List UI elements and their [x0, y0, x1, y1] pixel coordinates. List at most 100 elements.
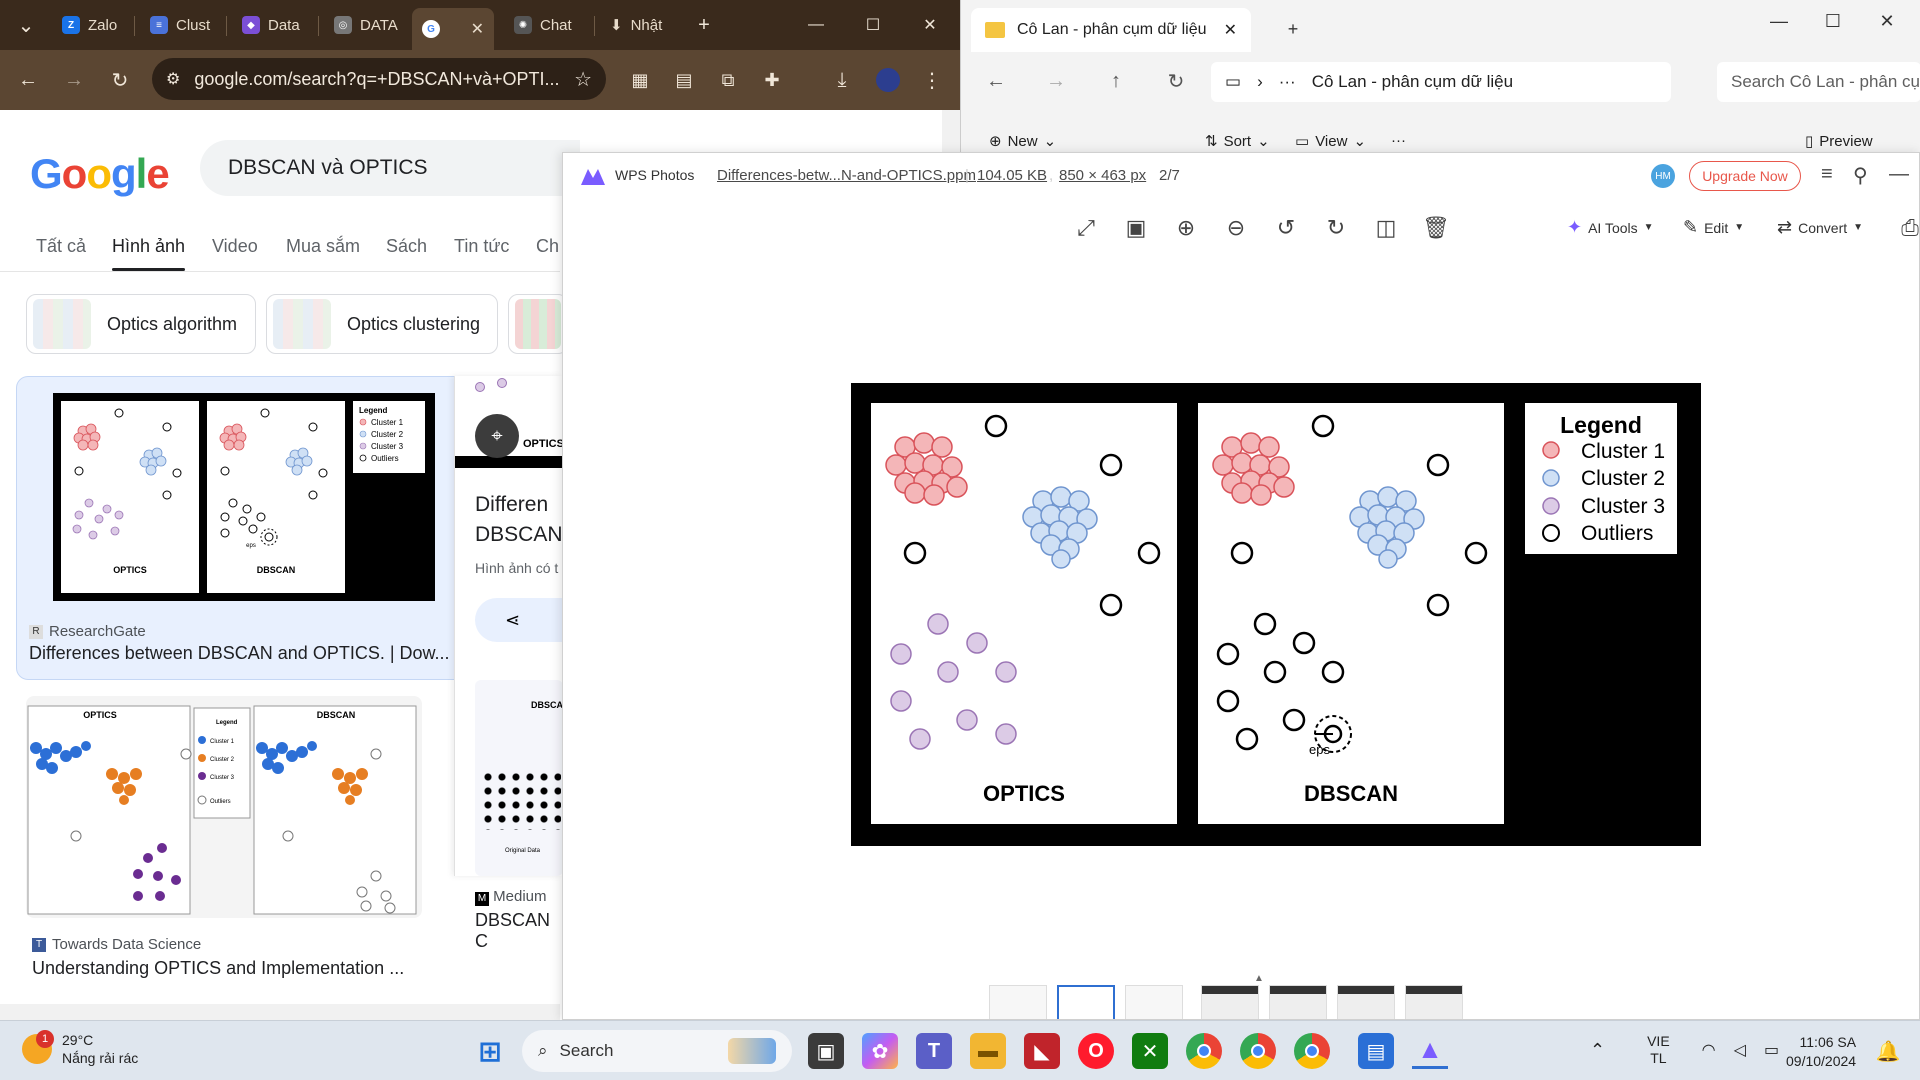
tab-books[interactable]: Sách [386, 236, 427, 257]
notepad-icon[interactable]: ▤ [1358, 1033, 1394, 1069]
reload-icon[interactable]: ↻ [104, 64, 136, 96]
rotate-right-icon[interactable]: ↻ [1321, 213, 1351, 243]
battery-icon[interactable]: ▭ [1764, 1040, 1779, 1060]
search-input[interactable]: DBSCAN và OPTICS [200, 140, 580, 196]
google-logo[interactable]: Google [30, 150, 170, 198]
delete-icon[interactable]: 🗑 [1421, 213, 1451, 243]
explorer-search-input[interactable]: Search Cô Lan - phân cụ [1717, 62, 1920, 102]
language-indicator[interactable]: VIE TL [1647, 1033, 1670, 1067]
tab-data[interactable]: ◆ Data [232, 8, 310, 42]
tab-news[interactable]: Tin tức [454, 236, 509, 257]
copilot-icon[interactable]: ✿ [862, 1033, 898, 1069]
fullscreen-icon[interactable]: ⤢ [1071, 213, 1101, 243]
image-canvas[interactable]: eps OPTICS DBSCAN Legend Cluster 1 Clust… [563, 259, 1919, 919]
more-options-icon[interactable]: ··· [1391, 132, 1406, 149]
image-result-researchgate[interactable]: OPTICS DBSCAN eps Legend Cluster 1 Clust… [16, 376, 468, 680]
tab-video[interactable]: Video [212, 236, 258, 257]
film-thumb[interactable] [1201, 985, 1259, 1019]
more-icon[interactable]: ··· [1279, 72, 1296, 92]
address-bar[interactable]: ⚙ google.com/search?q=+DBSCAN+và+OPTI...… [152, 58, 606, 100]
clock[interactable]: 11:06 SA 09/10/2024 [1786, 1033, 1856, 1071]
tab-google-active[interactable]: G ✕ [412, 8, 494, 50]
sort-button[interactable]: ⇅ Sort ⌄ [1205, 132, 1270, 151]
profile-avatar[interactable] [872, 64, 904, 96]
menu-icon[interactable]: ⋮ [916, 64, 948, 96]
chevron-up-icon[interactable]: ⌃ [1590, 1040, 1605, 1061]
film-thumb[interactable] [1337, 985, 1395, 1019]
chip-optics-clustering[interactable]: Optics clustering [266, 294, 498, 354]
tab-data-2[interactable]: ◎ DATA [324, 8, 402, 42]
tab-zalo[interactable]: Z Zalo [52, 8, 124, 42]
opera-icon[interactable]: O [1078, 1033, 1114, 1069]
lens-search-icon[interactable]: ⌖ [475, 414, 519, 458]
close-tab-icon[interactable]: ✕ [1224, 20, 1237, 40]
zoom-out-icon[interactable]: ⊖ [1221, 213, 1251, 243]
forward-icon[interactable]: → [58, 64, 90, 96]
tab-clust[interactable]: ≡ Clust [140, 8, 218, 42]
medium-title[interactable]: DBSCAN C [475, 910, 562, 952]
upgrade-now-button[interactable]: Upgrade Now [1689, 161, 1801, 191]
ai-tools-button[interactable]: ✦ AI Tools ▼ [1567, 217, 1654, 238]
print-icon[interactable]: ⎙ [1895, 213, 1919, 243]
zoom-in-icon[interactable]: ⊕ [1171, 213, 1201, 243]
close-tab-icon[interactable]: ✕ [471, 19, 484, 39]
close-window-icon[interactable]: ✕ [914, 9, 946, 41]
file-explorer-icon[interactable]: ▬ [970, 1033, 1006, 1069]
new-tab-icon[interactable]: + [688, 9, 720, 41]
volume-icon[interactable]: ◁ [1734, 1040, 1746, 1060]
film-thumb[interactable] [1269, 985, 1327, 1019]
chip-optics-algorithm[interactable]: Optics algorithm [26, 294, 256, 354]
explorer-address-bar[interactable]: ▭ › ··· Cô Lan - phân cụm dữ liệu [1211, 62, 1671, 102]
back-icon[interactable]: ← [981, 66, 1011, 96]
image-result-towards-data-science[interactable]: OPTICS DBSCAN Legend Cluster 1 Cluster 2… [26, 696, 446, 978]
xbox-icon[interactable]: ✕ [1132, 1033, 1168, 1069]
download-icon[interactable]: ⤓ [826, 64, 858, 96]
user-avatar[interactable]: HM [1651, 164, 1675, 188]
film-thumb[interactable] [1405, 985, 1463, 1019]
film-thumb-selected[interactable] [1057, 985, 1115, 1019]
result-title[interactable]: Differences between DBSCAN and OPTICS. |… [29, 643, 457, 664]
extension-icon[interactable]: ▤ [668, 64, 700, 96]
bookmark-star-icon[interactable]: ☆ [574, 67, 592, 92]
back-icon[interactable]: ← [12, 64, 44, 96]
minimize-icon[interactable]: — [1889, 163, 1909, 186]
maximize-icon[interactable]: ☐ [1811, 6, 1855, 36]
edit-button[interactable]: ✎ Edit ▼ [1683, 217, 1744, 238]
tab-all[interactable]: Tất cả [36, 236, 86, 257]
site-settings-icon[interactable]: ⚙ [166, 69, 180, 89]
film-thumb[interactable] [1125, 985, 1183, 1019]
wifi-icon[interactable]: ◠ [1702, 1040, 1716, 1060]
maximize-icon[interactable]: ☐ [857, 9, 889, 41]
teams-icon[interactable]: T [916, 1033, 952, 1069]
chip-more[interactable] [508, 294, 568, 354]
notification-bell-icon[interactable]: 🔔 [1870, 1033, 1906, 1069]
rotate-left-icon[interactable]: ↺ [1271, 213, 1301, 243]
explorer-tab[interactable]: Cô Lan - phân cụm dữ liệu ✕ [971, 8, 1251, 52]
menu-icon[interactable]: ≡ [1821, 163, 1833, 186]
new-button[interactable]: ⊕ New ⌄ [989, 132, 1056, 151]
result-title[interactable]: Understanding OPTICS and Implementation … [32, 958, 444, 979]
preview-button[interactable]: ▯ Preview [1805, 132, 1873, 151]
chrome-profile-icon[interactable] [1240, 1033, 1276, 1069]
weather-widget[interactable]: 1 29°C Nắng rải rác [22, 1030, 138, 1067]
up-icon[interactable]: ↑ [1101, 66, 1131, 96]
task-view-icon[interactable]: ▣ [808, 1033, 844, 1069]
app-icon[interactable]: ◣ [1024, 1033, 1060, 1069]
minimize-icon[interactable]: — [1757, 6, 1801, 36]
puzzle-icon[interactable]: ✚ [756, 64, 788, 96]
refresh-icon[interactable]: ↻ [1161, 66, 1191, 96]
tab-chat[interactable]: ✺ Chat [504, 8, 586, 42]
horizontal-scrollbar[interactable] [0, 1004, 560, 1020]
close-window-icon[interactable]: ✕ [1865, 6, 1909, 36]
chrome-profile-icon[interactable] [1294, 1033, 1330, 1069]
mirror-icon[interactable]: ◫ [1371, 213, 1401, 243]
chrome-icon[interactable] [1186, 1033, 1222, 1069]
minimize-icon[interactable]: — [800, 9, 832, 41]
pin-icon[interactable]: ⚲ [1853, 163, 1868, 188]
start-button[interactable]: ⊞ [472, 1033, 508, 1069]
wps-photos-taskbar-icon[interactable]: ▲ [1412, 1033, 1448, 1069]
tab-images[interactable]: Hình ảnh [112, 236, 186, 271]
tab-shopping[interactable]: Mua sắm [286, 236, 360, 257]
convert-button[interactable]: ⇄ Convert ▼ [1777, 217, 1863, 238]
view-button[interactable]: ▭ View ⌄ [1295, 132, 1366, 151]
